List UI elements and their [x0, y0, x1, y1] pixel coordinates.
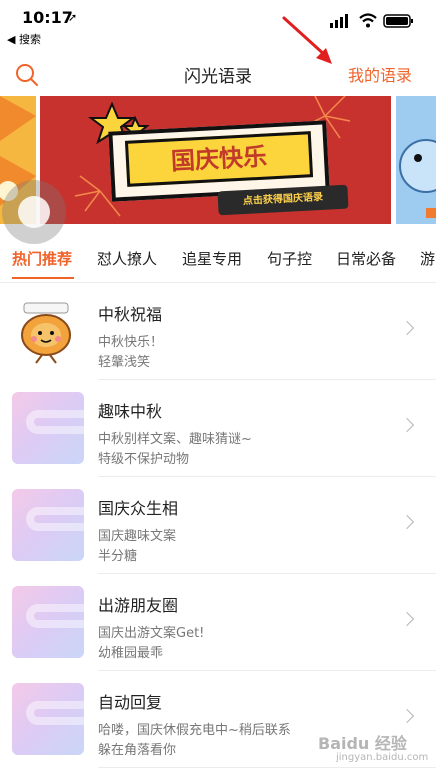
category-tabs: 热门推荐 怼人撩人 追星专用 句子控 日常必备 游 — [0, 238, 436, 282]
battery-icon — [383, 14, 413, 28]
mooncake-character-icon — [12, 295, 84, 367]
chevron-right-icon — [399, 708, 415, 724]
list-item[interactable] — [0, 768, 436, 779]
item-subtitle: 中秋别样文案、趣味猜谜~ — [98, 432, 252, 447]
item-author: 特级不保护动物 — [98, 452, 190, 467]
item-author: 轻鞶浅笑 — [98, 355, 151, 370]
baidu-watermark-url: jingyan.baidu.com — [336, 752, 429, 763]
status-bar: 10:17 ➚ ◀ 搜索 — [0, 0, 436, 48]
item-title: 趣味中秋 — [98, 402, 163, 421]
tab-roast-flirt[interactable]: 怼人撩人 — [97, 248, 157, 269]
tab-daily[interactable]: 日常必备 — [336, 248, 396, 269]
wifi-icon — [359, 13, 377, 28]
signal-icon — [330, 14, 348, 28]
item-subtitle: 国庆出游文案Get! — [98, 626, 205, 641]
placeholder-thumbnail — [12, 392, 84, 464]
chevron-right-icon — [399, 320, 415, 336]
location-arrow-icon: ➚ — [68, 11, 78, 24]
status-time: 10:17 — [22, 8, 73, 27]
my-quotes-button[interactable]: 我的语录 — [348, 62, 412, 86]
item-author: 幼稚园最乖 — [98, 646, 164, 661]
list-item[interactable]: 中秋祝福 中秋快乐！ 轻鞶浅笑 — [0, 283, 436, 380]
chevron-right-icon — [399, 611, 415, 627]
chevron-right-icon — [399, 514, 415, 530]
item-subtitle: 国庆趣味文案 — [98, 529, 177, 544]
placeholder-thumbnail — [12, 683, 84, 755]
placeholder-thumbnail — [12, 586, 84, 658]
item-title: 国庆众生相 — [98, 499, 179, 518]
list-item[interactable]: 出游朋友圈 国庆出游文案Get! 幼稚园最乖 — [0, 574, 436, 671]
item-subtitle: 哈喽，国庆休假充电中~稍后联系 — [98, 723, 291, 738]
active-tab-indicator — [12, 277, 74, 279]
tab-travel[interactable]: 游 — [420, 248, 435, 269]
placeholder-thumbnail — [12, 489, 84, 561]
item-title: 出游朋友圈 — [98, 596, 179, 615]
item-author: 半分糖 — [98, 549, 138, 564]
item-title: 自动回复 — [98, 693, 163, 712]
assistive-touch-button[interactable] — [2, 180, 66, 244]
item-author: 躲在角落看你 — [98, 743, 177, 758]
item-title: 中秋祝福 — [98, 305, 163, 324]
banner-title: 国庆快乐 — [124, 131, 314, 187]
back-to-search-link[interactable]: ◀ 搜索 — [7, 31, 41, 47]
status-icons — [330, 13, 413, 28]
nav-bar: 闪光语录 我的语录 — [0, 50, 436, 98]
banner-slide-national-day[interactable]: 国庆快乐 点击获得国庆语录 — [40, 96, 391, 224]
tab-sentences[interactable]: 句子控 — [267, 248, 312, 269]
list-item[interactable]: 国庆众生相 国庆趣味文案 半分糖 — [0, 477, 436, 574]
list-item[interactable]: 趣味中秋 中秋别样文案、趣味猜谜~ 特级不保护动物 — [0, 380, 436, 477]
banner-next-slide[interactable] — [396, 96, 436, 224]
baidu-watermark: Baidu 经验 — [318, 734, 407, 753]
item-subtitle: 中秋快乐！ — [98, 335, 164, 350]
chevron-right-icon — [399, 417, 415, 433]
tab-hot[interactable]: 热门推荐 — [12, 248, 72, 269]
tab-fandom[interactable]: 追星专用 — [182, 248, 242, 269]
